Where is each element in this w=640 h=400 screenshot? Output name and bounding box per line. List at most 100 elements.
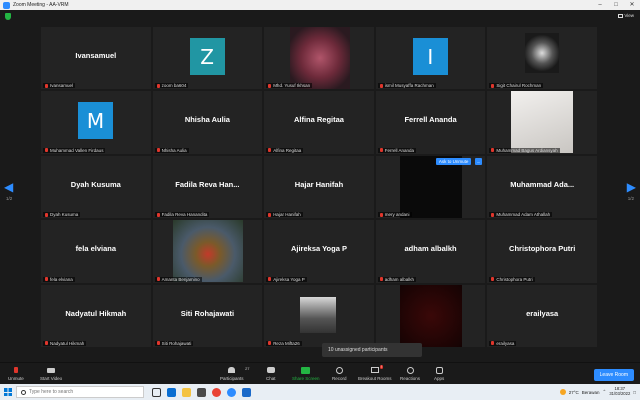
participant-tile[interactable]: Iismil Musyaffa Rachman [375, 27, 486, 90]
participant-name-label: Reza Mifta26 [266, 340, 302, 346]
microphone-muted-icon [156, 341, 160, 346]
participant-name: Siti Rohajawati [161, 340, 192, 346]
participant-name-label: Nadyatul Hikmah [43, 340, 87, 346]
next-page-arrow-icon[interactable]: ▶ [627, 180, 636, 194]
participants-button[interactable]: 27 Participants [220, 366, 250, 381]
participant-tile[interactable]: Mhd. Yusuf Ikhsan [264, 27, 374, 90]
more-options-button[interactable]: ... [474, 157, 483, 165]
participant-tile[interactable]: Alfina Regitaa Alfina Regitaa [264, 91, 374, 154]
participant-name: Hajar Hanifah [273, 212, 301, 218]
window-controls: – □ ✕ [592, 0, 640, 10]
chrome-icon[interactable] [212, 387, 221, 397]
participant-tile[interactable]: Ask to Unmute... mery andani [375, 155, 486, 219]
zoom-app-icon [3, 1, 10, 9]
participant-tile[interactable]: Fadila Reva Han... Fadila Reva Hanandita [152, 155, 263, 219]
participant-tile[interactable]: Sigit Chairul Rochman [487, 27, 597, 90]
breakout-rooms-icon: ! [370, 365, 384, 374]
weather-icon[interactable] [559, 389, 566, 395]
participant-display-name: Alfina Regitaa [293, 115, 344, 125]
chat-button[interactable]: Chat [266, 366, 276, 381]
maximize-icon[interactable]: □ [608, 0, 624, 10]
microphone-muted-icon [491, 277, 495, 282]
participant-tile[interactable]: Hajar Hanifah Hajar Hanifah [264, 155, 374, 219]
tray-chevron-icon[interactable]: ⌃ [603, 389, 607, 395]
profile-photo [172, 220, 243, 283]
microphone-muted-icon [11, 366, 20, 374]
apps-label: Apps [434, 376, 445, 381]
record-button[interactable]: Record [332, 366, 347, 381]
participant-tile[interactable]: Siti Rohajawati Siti Rohajawati [152, 284, 263, 347]
participant-tile[interactable]: Ajireksa Yoga P Ajireksa Yoga P [264, 220, 374, 283]
participant-tile[interactable]: Nhisha Aulia Nhisha Aulia [152, 91, 263, 154]
view-button[interactable]: View [618, 13, 634, 18]
participant-tile[interactable]: Ferrell Ananda Ferrell Ananda [375, 91, 486, 154]
meeting-controls-bar: Unmute Start Video 27 Participants Chat … [0, 362, 640, 384]
microphone-muted-icon [45, 212, 48, 217]
participant-name: Fadila Reva Hanandita [161, 212, 208, 218]
participants-count: 27 [245, 366, 250, 371]
file-explorer-icon[interactable] [182, 387, 191, 397]
participant-tile[interactable]: erailyasa erailyasa [487, 284, 597, 347]
participant-name-label: Muhammad Bagus Ardiansyah [489, 147, 560, 153]
participant-tile[interactable]: Nadyatul Hikmah Nadyatul Hikmah [41, 284, 151, 347]
view-label: View [624, 13, 634, 18]
search-input[interactable] [29, 389, 139, 395]
minimize-icon[interactable]: – [592, 0, 608, 10]
participant-name-label: Ivansamuel [43, 83, 76, 89]
participants-label: Participants [220, 376, 244, 381]
participant-display-name: Nhisha Aulia [184, 115, 230, 125]
previous-page-arrow-icon[interactable]: ◀ [4, 180, 13, 194]
record-icon [335, 366, 344, 374]
participant-tile[interactable]: Amanta Benjamino [152, 220, 263, 283]
participant-tile[interactable]: Reza Mifta26 [264, 284, 374, 347]
participant-name: mery andani [384, 212, 410, 218]
microphone-muted-icon [156, 277, 160, 282]
participant-display-name: erailyasa [526, 308, 559, 318]
ask-to-unmute-button[interactable]: Ask to Unmute [435, 157, 472, 165]
participant-tile[interactable]: M Muhammad Vallen Firdaus [41, 91, 151, 154]
share-screen-button[interactable]: Share Screen [292, 366, 320, 381]
microphone-muted-icon [268, 83, 272, 88]
participant-display-name: Nadyatul Hikmah [65, 308, 127, 318]
participant-name: adham albalkh [384, 276, 415, 282]
participant-display-name: Fadila Reva Han... [175, 179, 240, 189]
edge-icon[interactable] [167, 387, 176, 397]
participant-tile[interactable]: Christophora Putri Christophora Putri [487, 220, 597, 283]
leave-room-button[interactable]: Leave Room [593, 369, 634, 381]
taskbar-apps [152, 387, 251, 397]
participant-name-label: Amanta Benjamino [154, 276, 202, 282]
microphone-muted-icon [268, 148, 272, 153]
participant-tile[interactable]: adham albalkh adham albalkh [375, 220, 486, 283]
participant-name-label: zoom ba604 [154, 83, 189, 89]
start-video-button[interactable]: Start Video [40, 366, 62, 381]
temperature: 27°C [568, 389, 579, 395]
participant-tile[interactable]: Zzoom ba604 [152, 27, 263, 90]
participant-tile[interactable]: Dyah Kusuma Dyah Kusuma [41, 155, 151, 219]
taskbar-search[interactable] [16, 386, 144, 398]
participant-tile[interactable]: Muhammad Ada... Muhammad Adam Athallah [487, 155, 597, 219]
breakout-rooms-button[interactable]: ! Breakout Rooms [358, 365, 392, 381]
record-label: Record [332, 376, 347, 381]
participant-tile[interactable] [375, 284, 486, 347]
task-view-icon[interactable] [152, 387, 161, 397]
participant-tile[interactable]: Ivansamuel Ivansamuel [41, 27, 151, 90]
microphone-muted-icon [156, 83, 160, 88]
clock[interactable]: 18:37 31/03/2022 [609, 387, 630, 396]
word-icon[interactable] [242, 387, 251, 397]
notifications-icon[interactable]: □ [633, 390, 636, 395]
participant-tile[interactable]: Muhammad Bagus Ardiansyah [487, 91, 597, 154]
reactions-button[interactable]: Reactions [400, 366, 420, 381]
zoom-taskbar-icon[interactable] [227, 387, 236, 397]
participant-display-name: fela elviana [75, 244, 117, 254]
microphone-muted-icon [268, 277, 272, 282]
chat-icon [266, 366, 275, 374]
start-button[interactable] [0, 384, 16, 400]
participant-name: Muhammad Adam Athallah [496, 212, 551, 218]
participant-tile[interactable]: fela elviana fela elviana [41, 220, 151, 283]
unmute-button[interactable]: Unmute [8, 366, 24, 381]
close-icon[interactable]: ✕ [624, 0, 640, 10]
participant-name: Amanta Benjamino [161, 276, 200, 282]
store-icon[interactable] [197, 387, 206, 397]
apps-button[interactable]: Apps [434, 366, 444, 381]
security-shield-icon[interactable] [5, 13, 11, 20]
